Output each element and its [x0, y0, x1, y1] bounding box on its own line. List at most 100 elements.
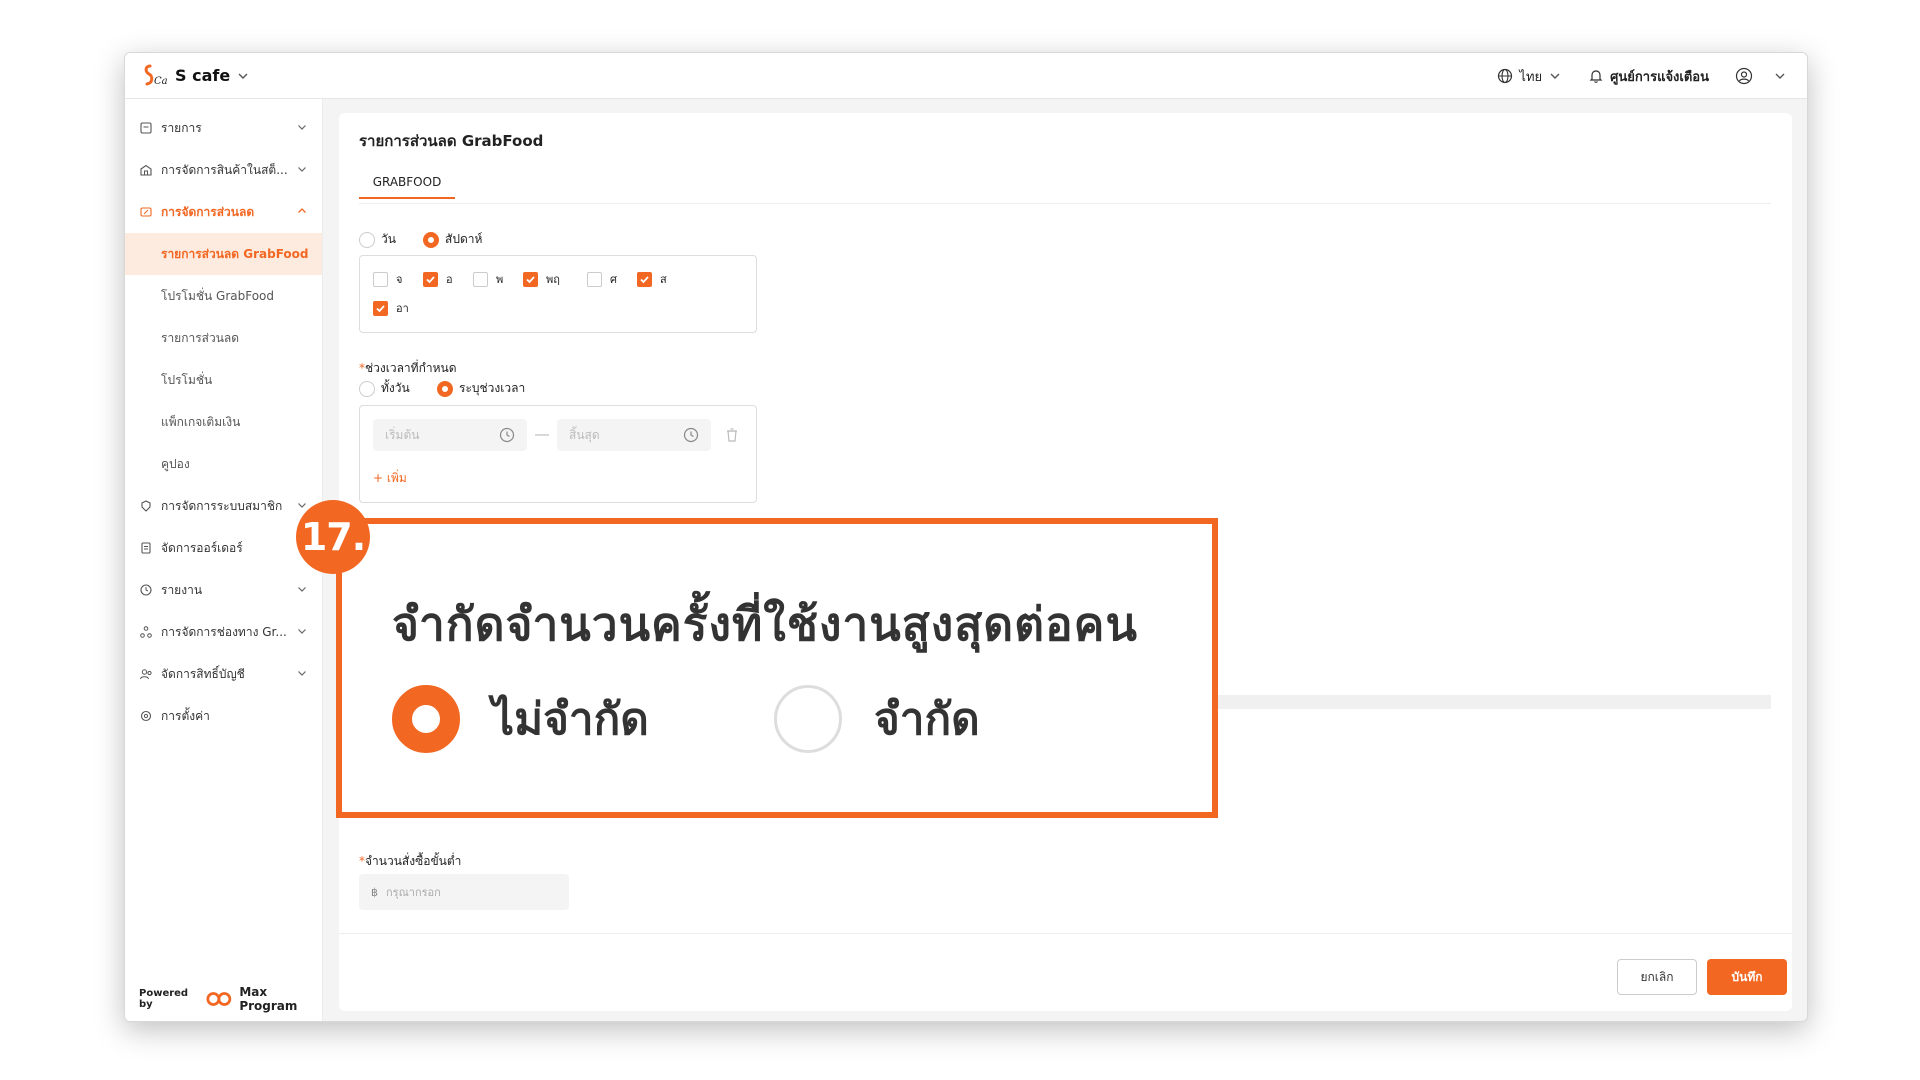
checkbox-checked[interactable]	[637, 271, 652, 287]
check-icon	[426, 275, 435, 283]
usage-limit-title: จำกัดจำนวนครั้งที่ใช้งานสูงสุดต่อคน	[392, 597, 1138, 651]
day-checkbox-mon[interactable]: จ	[373, 270, 402, 288]
powered-by-label: Powered by	[139, 988, 189, 1010]
checkbox[interactable]	[373, 271, 388, 287]
add-time-range-link[interactable]: + เพิ่ม	[373, 469, 407, 488]
radio-week[interactable]	[423, 231, 439, 248]
time-range-label: *ช่วงเวลาที่กำหนด	[359, 361, 457, 375]
notification-center[interactable]: ศูนย์การแจ้งเตือน	[1588, 66, 1709, 87]
powered-by: Powered by Max Program	[139, 985, 322, 1013]
channel-icon	[140, 626, 152, 638]
checkbox-checked[interactable]	[523, 271, 538, 287]
order-icon	[141, 542, 151, 554]
day-checkbox-thu[interactable]: พฤ	[523, 270, 560, 288]
chevron-down-icon[interactable]	[1773, 69, 1787, 83]
sidebar-item-orders-list[interactable]: รายการ	[125, 107, 322, 149]
brand-switcher[interactable]: Ca S cafe	[141, 63, 250, 89]
bell-icon	[1589, 70, 1603, 83]
weekday-selector	[359, 255, 757, 333]
usage-option-unlimited[interactable]: ไม่จำกัด	[392, 684, 649, 754]
sidebar-item-settings[interactable]: การตั้งค่า	[125, 695, 322, 737]
powered-brand: Max Program	[239, 985, 298, 1013]
tab-grabfood[interactable]: GRABFOOD	[359, 175, 455, 199]
chevron-down-icon	[298, 587, 306, 592]
range-dash-icon	[535, 434, 549, 436]
top-bar: Ca S cafe ไทย ศูนย์การแจ้งเตือน	[125, 53, 1807, 99]
checkbox[interactable]	[473, 271, 488, 287]
check-icon	[376, 304, 385, 312]
sidebar-item-members[interactable]: การจัดการระบบสมาชิก	[125, 485, 322, 527]
chevron-down-icon	[298, 125, 306, 130]
radio-day[interactable]	[359, 231, 375, 248]
member-icon	[141, 500, 151, 512]
globe-icon	[1498, 68, 1513, 84]
store-icon	[140, 164, 152, 176]
account-icon	[140, 669, 152, 680]
sidebar-subitem-topup-packages[interactable]: แพ็กเกจเติมเงิน	[125, 401, 322, 443]
report-icon	[140, 584, 152, 596]
check-icon	[526, 275, 535, 283]
usage-option-limited[interactable]: จำกัด	[774, 684, 980, 754]
min-order-input[interactable]: ฿ กรุณากรอก	[359, 874, 569, 910]
check-icon	[640, 275, 649, 283]
checkbox[interactable]	[587, 271, 602, 287]
footer-divider	[339, 933, 1792, 934]
sidebar: รายการ การจัดการสินค้าในสต็... การจัดการ…	[125, 99, 323, 1021]
radio-all-day[interactable]	[359, 380, 375, 397]
brand-name: S cafe	[175, 66, 231, 85]
sidebar-subitem-promotions[interactable]: โปรโมชั่น	[125, 359, 322, 401]
scafe-logo-icon: Ca	[144, 64, 168, 87]
trash-icon[interactable]	[725, 427, 739, 443]
checkbox-checked[interactable]	[373, 300, 388, 316]
sidebar-subitem-coupons[interactable]: คูปอง	[125, 443, 322, 485]
step-number-badge: 17.	[296, 500, 370, 574]
sidebar-subitem-grabfood-promotions[interactable]: โปรโมชั่น GrabFood	[125, 275, 322, 317]
sidebar-subitem-discounts[interactable]: รายการส่วนลด	[125, 317, 322, 359]
svg-text:Ca: Ca	[154, 76, 168, 87]
clock-icon	[683, 427, 699, 443]
end-time-input[interactable]: สิ้นสุด	[557, 419, 711, 451]
chevron-down-icon	[238, 73, 248, 79]
discount-icon	[140, 207, 152, 217]
zoom-callout: จำกัดจำนวนครั้งที่ใช้งานสูงสุดต่อคน ไม่จ…	[336, 518, 1218, 818]
sidebar-item-account-permissions[interactable]: จัดการสิทธิ์บัญชี	[125, 653, 322, 695]
min-order-label: *จำนวนสั่งซื้อขั้นต่ำ	[359, 854, 462, 868]
radio-specific-time[interactable]	[437, 380, 453, 397]
time-option-specific[interactable]: ระบุช่วงเวลา	[437, 379, 525, 398]
chevron-down-icon	[1550, 73, 1560, 79]
start-time-input[interactable]: เริ่มต้น	[373, 419, 527, 451]
sidebar-item-discounts[interactable]: การจัดการส่วนลด	[125, 191, 322, 233]
chevron-down-icon	[298, 629, 306, 634]
list-icon	[140, 122, 152, 134]
time-option-all-day[interactable]: ทั้งวัน	[359, 379, 410, 398]
sidebar-item-grab-channel[interactable]: การจัดการช่องทาง Gr...	[125, 611, 322, 653]
sidebar-item-reports[interactable]: รายงาน	[125, 569, 322, 611]
cancel-button[interactable]: ยกเลิก	[1617, 959, 1697, 995]
notification-label: ศูนย์การแจ้งเตือน	[1610, 69, 1709, 85]
language-selector[interactable]: ไทย	[1497, 66, 1562, 87]
user-avatar-icon[interactable]	[1735, 67, 1753, 85]
day-checkbox-sun[interactable]: อา	[373, 299, 409, 317]
tab-divider	[359, 203, 1771, 204]
day-checkbox-wed[interactable]: พ	[473, 270, 503, 288]
chevron-up-icon	[298, 208, 306, 213]
period-option-week[interactable]: สัปดาห์	[423, 230, 482, 249]
settings-icon	[140, 710, 152, 722]
currency-symbol: ฿	[371, 885, 378, 899]
checkbox-checked[interactable]	[423, 271, 438, 287]
page-title: รายการส่วนลด GrabFood	[359, 132, 544, 150]
day-checkbox-sat[interactable]: ส	[637, 270, 667, 288]
max-program-logo-icon	[206, 992, 232, 1006]
sidebar-subitem-grabfood-discounts[interactable]: รายการส่วนลด GrabFood	[125, 233, 322, 275]
day-checkbox-tue[interactable]: อ	[423, 270, 453, 288]
clock-icon	[499, 427, 515, 443]
period-option-day[interactable]: วัน	[359, 230, 396, 249]
chevron-down-icon	[298, 167, 306, 172]
day-checkbox-fri[interactable]: ศ	[587, 270, 617, 288]
radio-limited[interactable]	[774, 685, 842, 753]
sidebar-item-order-management[interactable]: จัดการออร์เดอร์	[125, 527, 322, 569]
save-button[interactable]: บันทึก	[1707, 959, 1787, 995]
sidebar-item-stock[interactable]: การจัดการสินค้าในสต็...	[125, 149, 322, 191]
chevron-down-icon	[298, 503, 306, 508]
radio-unlimited[interactable]	[392, 685, 460, 753]
